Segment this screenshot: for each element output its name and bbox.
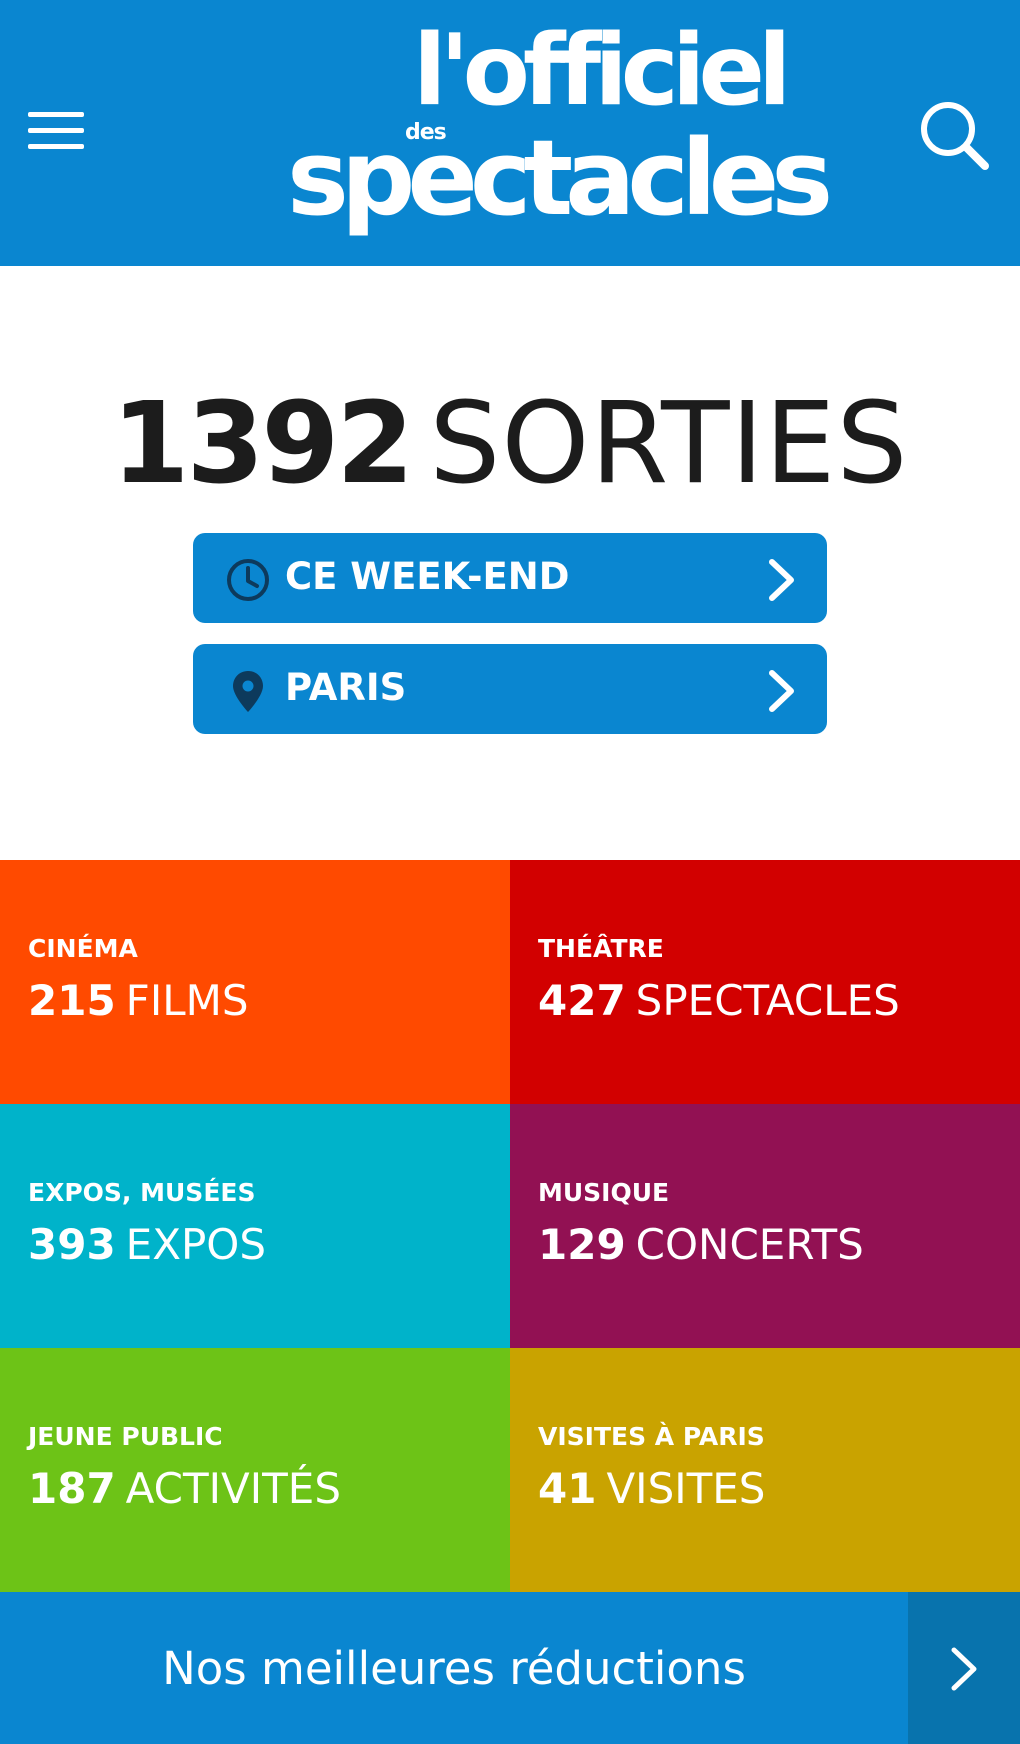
search-icon[interactable] [915,96,995,176]
category-count-unit: SPECTACLES [635,976,900,1025]
category-tile-musique[interactable]: MUSIQUE 129 CONCERTS [510,1104,1020,1348]
category-title: MUSIQUE [538,1178,670,1207]
chevron-right-icon [767,669,797,713]
outings-count-label: SORTIES [429,379,909,509]
category-title: JEUNE PUBLIC [28,1422,223,1451]
category-tile-theatre[interactable]: THÉÂTRE 427 SPECTACLES [510,860,1020,1104]
logo-line-spectacles: spectacles [287,117,833,239]
category-tile-cinema[interactable]: CINÉMA 215 FILMS [0,860,510,1104]
category-count: 187 ACTIVITÉS [28,1464,342,1513]
category-tile-jeune-public[interactable]: JEUNE PUBLIC 187 ACTIVITÉS [0,1348,510,1592]
category-title: EXPOS, MUSÉES [28,1178,256,1207]
location-filter-label: PARIS [285,666,407,709]
date-filter-label: CE WEEK-END [285,555,570,598]
best-discounts-label: Nos meilleures réductions [162,1641,746,1695]
outings-count-heading: 1392 SORTIES [0,388,1020,500]
category-count-unit: FILMS [125,976,249,1025]
category-count-unit: VISITES [606,1464,766,1513]
category-count-number: 427 [538,976,626,1025]
clock-icon [225,557,271,603]
category-count-number: 187 [28,1464,116,1513]
app-header: l'officiel des spectacles [0,0,1020,266]
category-title: THÉÂTRE [538,934,664,963]
location-pin-icon [225,668,271,714]
chevron-right-icon [767,558,797,602]
category-count: 41 VISITES [538,1464,766,1513]
category-count-unit: EXPOS [125,1220,267,1269]
category-count: 427 SPECTACLES [538,976,900,1025]
category-title: VISITES À PARIS [538,1422,765,1451]
hamburger-menu-icon[interactable] [22,104,90,160]
category-count-unit: ACTIVITÉS [125,1464,342,1513]
outings-count-number: 1392 [111,379,415,509]
best-discounts-banner[interactable]: Nos meilleures réductions [0,1592,1020,1744]
logo-line-officiel: l'officiel [413,14,792,128]
location-filter-button[interactable]: PARIS [193,644,827,734]
category-tile-visites[interactable]: VISITES À PARIS 41 VISITES [510,1348,1020,1592]
category-count-number: 41 [538,1464,597,1513]
category-count-number: 129 [538,1220,626,1269]
category-count-unit: CONCERTS [635,1220,864,1269]
category-count-number: 215 [28,976,116,1025]
chevron-right-icon[interactable] [908,1592,1020,1744]
category-title: CINÉMA [28,934,138,963]
category-count: 393 EXPOS [28,1220,267,1269]
category-count-number: 393 [28,1220,116,1269]
site-logo[interactable]: l'officiel des spectacles [285,22,833,235]
category-count: 129 CONCERTS [538,1220,864,1269]
category-tile-expos[interactable]: EXPOS, MUSÉES 393 EXPOS [0,1104,510,1348]
date-filter-button[interactable]: CE WEEK-END [193,533,827,623]
category-count: 215 FILMS [28,976,249,1025]
